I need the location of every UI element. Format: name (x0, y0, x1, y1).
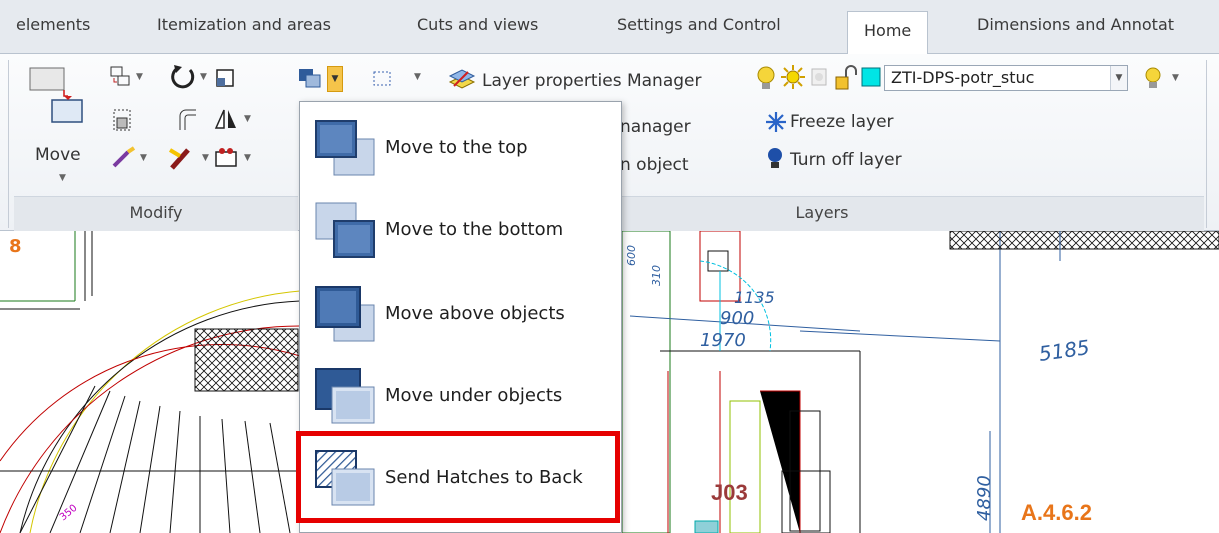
tab-settings-and-control[interactable]: Settings and Control (617, 15, 781, 34)
menu-item-move-above-objects[interactable]: Move above objects (302, 274, 619, 354)
mirror-dropdown-arrow[interactable]: ▼ (244, 114, 251, 124)
dim-900: 900 (720, 308, 754, 329)
tab-itemization-and-areas[interactable]: Itemization and areas (157, 15, 331, 34)
sheet-number: 8 (9, 236, 22, 257)
move-dropdown-arrow[interactable]: ▼ (59, 173, 66, 183)
zone-tag: A.4.6.2 (1021, 500, 1092, 525)
group-divider (8, 60, 9, 228)
match-properties-dropdown-arrow[interactable]: ▼ (140, 153, 147, 163)
layer-properties-manager-icon[interactable] (448, 66, 476, 92)
move-to-top-icon (315, 120, 375, 176)
move-icon[interactable] (28, 66, 84, 126)
dim-1970: 1970 (700, 330, 746, 351)
selection-frame-icon[interactable] (372, 70, 394, 88)
explode-icon[interactable] (166, 142, 196, 172)
ribbon-tab-bar: elements Itemization and areas Cuts and … (0, 0, 1219, 55)
modify-group-title: Modify (14, 196, 298, 231)
menu-item-move-to-top[interactable]: Move to the top (302, 108, 619, 188)
highlight-box (296, 431, 620, 523)
dim-1135: 1135 (734, 288, 775, 307)
layer-select[interactable]: ZTI-DPS-potr_stuc ▼ (884, 65, 1128, 91)
room-tag: J03 (711, 480, 748, 505)
move-above-objects-icon (315, 286, 375, 342)
dim-4890: 4890 (974, 475, 995, 521)
tab-home[interactable]: Home (847, 11, 929, 55)
scale-icon[interactable] (215, 68, 237, 88)
explode-dropdown-arrow[interactable]: ▼ (202, 153, 209, 163)
tab-elements[interactable]: elements (16, 15, 90, 34)
snowflake-icon[interactable] (765, 111, 787, 133)
dim-600: 600 (625, 245, 638, 266)
freeze-layer-button[interactable]: Freeze layer (790, 112, 894, 132)
tab-dimensions-and-annotations[interactable]: Dimensions and Annotat (977, 15, 1174, 34)
layer-states-manager-button[interactable]: nanager (620, 117, 691, 137)
copy-dropdown-arrow[interactable]: ▼ (136, 72, 143, 82)
rotate-icon[interactable] (170, 64, 196, 90)
array-dropdown-arrow[interactable]: ▼ (244, 153, 251, 163)
menu-item-label: Move above objects (385, 303, 565, 324)
bulb-off-icon[interactable] (766, 146, 784, 172)
dim-5185: 5185 (1037, 335, 1091, 366)
layer-thaw-sun-icon[interactable] (781, 65, 805, 89)
layer-select-chevron-down-icon[interactable]: ▼ (1110, 66, 1127, 90)
trim-icon[interactable] (112, 108, 134, 132)
selection-dropdown-arrow[interactable]: ▼ (414, 72, 421, 82)
menu-item-move-to-bottom[interactable]: Move to the bottom (302, 190, 619, 270)
match-layer-object-button[interactable]: n object (620, 155, 689, 175)
layer-tools-dropdown-arrow[interactable]: ▼ (1172, 73, 1179, 83)
menu-item-label: Move to the bottom (385, 219, 564, 240)
layer-unlock-icon[interactable] (834, 65, 858, 91)
move-label[interactable]: Move (35, 145, 81, 165)
layer-color-swatch[interactable] (861, 67, 881, 87)
turn-off-layer-button[interactable]: Turn off layer (790, 150, 902, 170)
menu-item-label: Move to the top (385, 137, 528, 158)
menu-item-label: Move under objects (385, 385, 563, 406)
draw-order-dropdown-button[interactable]: ▼ (327, 66, 343, 92)
match-properties-icon[interactable] (110, 146, 138, 170)
offset-icon[interactable] (176, 108, 198, 132)
tab-cuts-and-views[interactable]: Cuts and views (417, 15, 538, 34)
menu-item-move-under-objects[interactable]: Move under objects (302, 356, 619, 436)
dim-310: 310 (650, 265, 663, 286)
layer-on-bulb-icon[interactable] (755, 65, 777, 91)
group-divider (1206, 60, 1207, 228)
layer-viewport-freeze-icon[interactable] (810, 67, 830, 89)
copy-icon[interactable] (110, 66, 132, 88)
move-under-objects-icon (315, 368, 375, 424)
mirror-icon[interactable] (214, 108, 238, 132)
layer-properties-manager-button[interactable]: Layer properties Manager (482, 71, 701, 91)
array-icon[interactable] (214, 146, 240, 168)
rotate-dropdown-arrow[interactable]: ▼ (200, 72, 207, 82)
draw-order-icon[interactable] (298, 68, 324, 90)
layer-off-bulb-icon[interactable] (1143, 66, 1163, 90)
current-layer-name: ZTI-DPS-potr_stuc (891, 68, 1035, 87)
move-to-bottom-icon (315, 202, 375, 258)
